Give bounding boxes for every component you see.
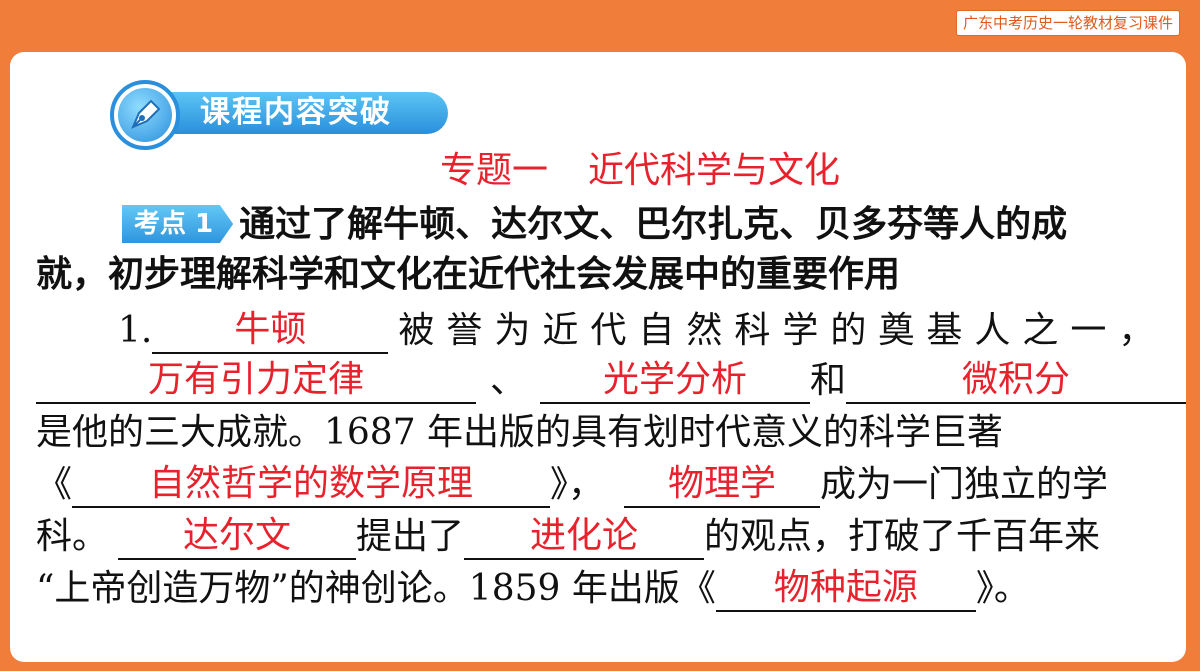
question-line-6: “上帝创造万物”的神创论。1859 年出版《 物种起源 》。	[36, 566, 1030, 612]
question-text-7: 的观点，打破了千百年来	[704, 516, 1101, 557]
book-open-1: 《	[36, 464, 73, 505]
answer-blank-2[interactable]: 万有引力定律	[36, 358, 476, 404]
separator-1: 、	[490, 360, 527, 401]
answer-blank-3[interactable]: 光学分析	[540, 358, 811, 404]
book-close-1: 》，	[550, 464, 605, 505]
answer-blank-4[interactable]: 微积分	[846, 358, 1187, 404]
answer-blank-6[interactable]: 物理学	[624, 462, 821, 508]
answer-blank-9[interactable]: 物种起源	[715, 566, 976, 612]
question-text-3: 是他的三大成就。1687 年出版的具有划时代意义的科学巨著	[36, 412, 1004, 453]
kaodian-text-1: 通过了解牛顿、达尔文、巴尔扎克、贝多芬等人的成	[239, 204, 1068, 245]
topic-number: 专题一	[439, 150, 548, 191]
answer-blank-5[interactable]: 自然哲学的数学原理	[72, 462, 551, 508]
question-line-3: 是他的三大成就。1687 年出版的具有划时代意义的科学巨著	[36, 410, 1003, 456]
question-line-5: 科。 达尔文 提出了 进化论 的观点，打破了千百年来	[36, 514, 1100, 560]
answer-blank-8[interactable]: 进化论	[464, 514, 705, 560]
pen-nib-icon	[131, 99, 161, 129]
course-tag: 广东中考历史一轮教材复习课件	[955, 10, 1180, 36]
kaodian-badge: 考点 1	[122, 205, 234, 243]
topic-name: 近代科学与文化	[588, 150, 841, 191]
question-line-4: 《自然哲学的数学原理 》， 物理学 成为一门独立的学	[36, 462, 1108, 508]
section-label: 课程内容突破	[148, 92, 448, 134]
question-text-4: 成为一门独立的学	[820, 464, 1109, 505]
question-line-2: 万有引力定律、光学分析和微积分	[36, 358, 1187, 404]
question-text-1: 被誉为近代自然科学的奠基人之一，	[398, 310, 1167, 351]
kaodian-line-1: 考点 1 通过了解牛顿、达尔文、巴尔扎克、贝多芬等人的成	[122, 202, 1067, 248]
topic-title: 专题一 近代科学与文化	[0, 148, 1200, 194]
question-line-1: 1. 牛顿 被誉为近代自然科学的奠基人之一，	[118, 308, 1166, 354]
question-text-9: 》。	[975, 568, 1030, 609]
question-text-5: 科。	[36, 516, 109, 557]
question-text-6: 提出了	[356, 516, 465, 557]
answer-blank-7[interactable]: 达尔文	[118, 514, 357, 560]
pen-badge	[110, 80, 180, 150]
kaodian-line-2: 就，初步理解科学和文化在近代社会发展中的重要作用	[36, 252, 900, 298]
answer-blank-1[interactable]: 牛顿	[152, 308, 389, 354]
question-text-2: 和	[810, 360, 847, 401]
question-number: 1.	[118, 310, 153, 351]
question-text-8: “上帝创造万物”的神创论。1859 年出版《	[36, 568, 716, 609]
kaodian-text-2: 就，初步理解科学和文化在近代社会发展中的重要作用	[36, 254, 901, 295]
